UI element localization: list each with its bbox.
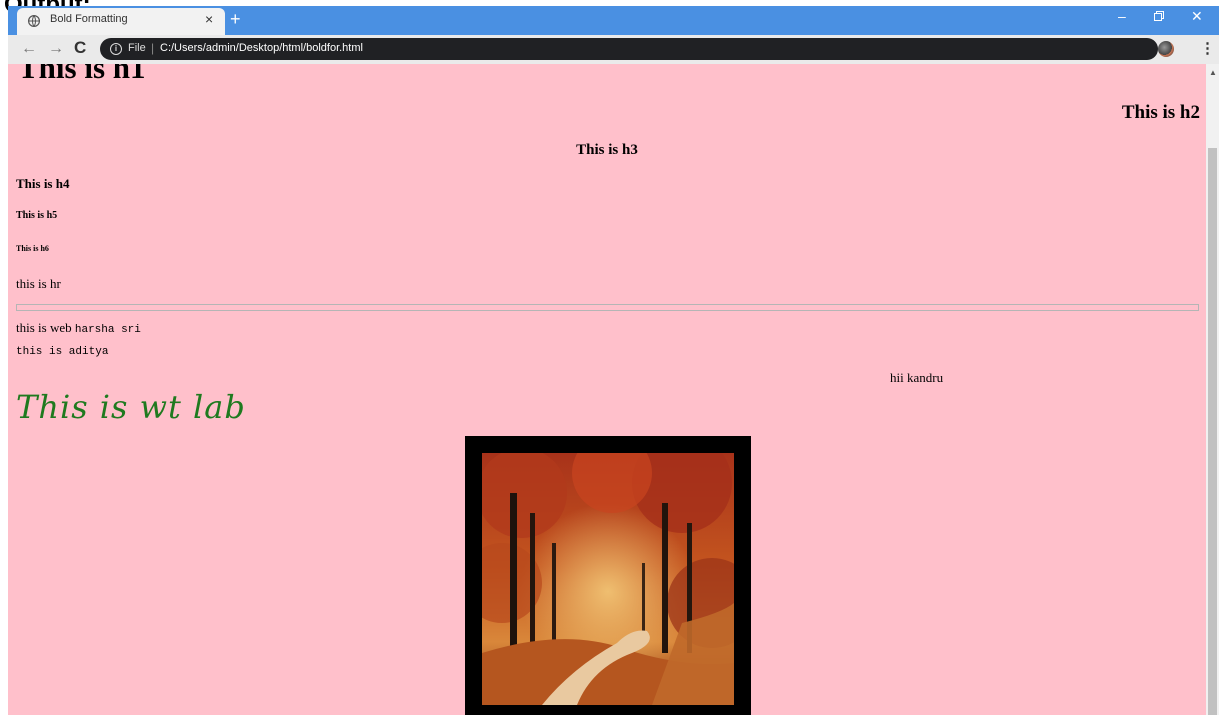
heading-h1: This is h1 [18,64,146,85]
scrollbar-thumb[interactable] [1208,148,1217,715]
info-icon[interactable]: i [110,43,122,55]
scroll-up-arrow-icon[interactable]: ▲ [1209,68,1217,77]
heading-h5: This is h5 [16,210,58,221]
horizontal-rule [16,304,1199,311]
web-text-line: this is web harsha sri [16,320,141,336]
menu-icon[interactable]: ⋮ [1200,39,1215,57]
browser-toolbar: ← → C i File | C:/Users/admin/Desktop/ht… [8,35,1219,64]
back-arrow-icon[interactable]: ← [21,40,37,58]
heading-h3: This is h3 [576,142,638,158]
forward-arrow-icon[interactable]: → [48,40,64,58]
web-mono-text: harsha sri [74,324,141,336]
heading-h4: This is h4 [16,176,70,191]
close-window-icon[interactable]: ✕ [1191,8,1203,25]
page-viewport: This is h1 This is h2 This is h3 This is… [8,64,1206,715]
minimize-icon[interactable]: – [1118,8,1126,24]
globe-icon [28,15,40,27]
hr-caption: this is hr [16,276,61,291]
kandru-text: hii kandru [890,370,944,385]
tab-title: Bold Formatting [50,13,128,25]
vertical-scrollbar[interactable]: ▲ [1206,64,1219,715]
close-tab-icon[interactable]: × [205,11,213,27]
aditya-text: this is aditya [16,346,109,358]
web-text: this is web [16,320,75,335]
url-text[interactable]: C:/Users/admin/Desktop/html/boldfor.html [160,42,363,54]
new-tab-button[interactable]: + [230,9,241,29]
heading-h6: This is h6 [16,244,49,253]
url-scheme-label: File [128,42,146,54]
image-frame [465,436,751,715]
reload-icon[interactable]: C [74,38,86,58]
tab-strip: Bold Formatting × + – ✕ [8,6,1219,35]
wt-lab-heading: This is wt lab [16,388,246,426]
autumn-forest-image [482,453,734,705]
address-bar[interactable]: i File | C:/Users/admin/Desktop/html/bol… [100,38,1158,60]
url-separator: | [151,41,155,55]
restore-window-icon[interactable] [1154,11,1164,21]
heading-h2: This is h2 [1121,102,1200,123]
profile-avatar[interactable] [1158,41,1174,57]
browser-tab[interactable]: Bold Formatting × [17,8,225,35]
